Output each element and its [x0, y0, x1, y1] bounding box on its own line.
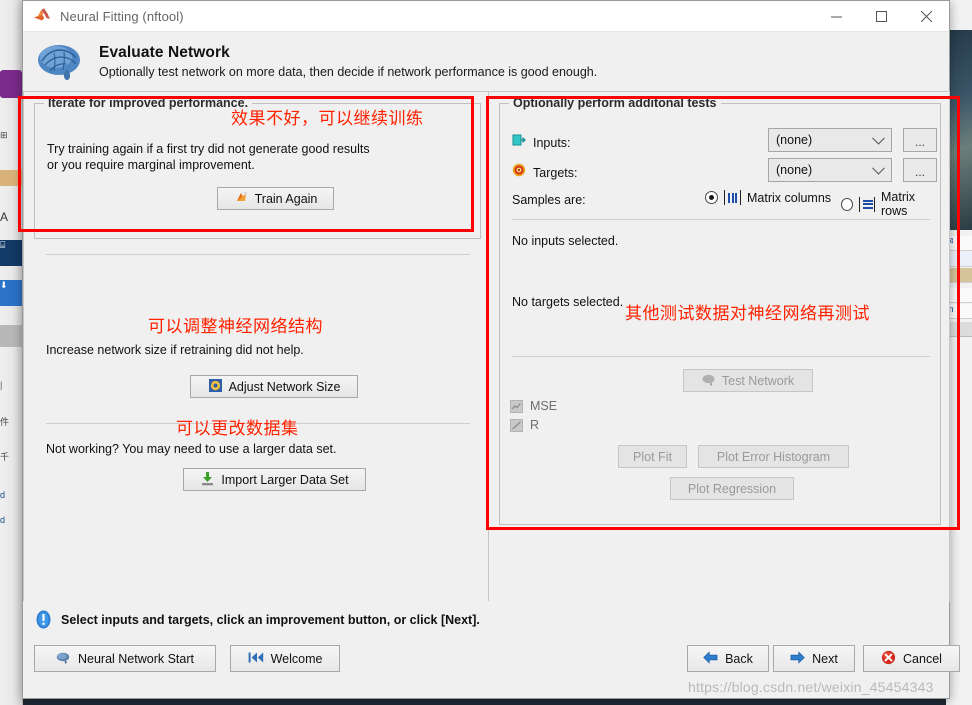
no-inputs-selected-text: No inputs selected.	[512, 234, 619, 248]
annotation-adjust-network: 可以调整神经网络结构	[148, 317, 323, 337]
footer-buttons: Neural Network Start Welcome Back Next C…	[23, 645, 960, 675]
test-network-label: Test Network	[721, 373, 795, 388]
r-icon	[510, 418, 523, 432]
next-button[interactable]: Next	[773, 645, 855, 672]
brain-icon	[34, 41, 87, 83]
matrix-columns-icon	[724, 190, 741, 205]
window-controls	[814, 1, 949, 32]
matrix-rows-icon	[859, 196, 875, 212]
network-size-icon	[208, 378, 223, 396]
additional-tests-legend: Optionally perform additonal tests	[509, 96, 721, 110]
targets-select-value: (none)	[776, 163, 813, 177]
brain-small-icon	[702, 373, 716, 389]
annotation-dataset: 可以更改数据集	[176, 419, 299, 439]
plot-regression-label: Plot Regression	[687, 481, 777, 496]
divider-1	[46, 254, 470, 255]
mse-label: MSE	[530, 399, 558, 413]
targets-browse-button[interactable]: ...	[903, 158, 937, 182]
left-panel: Iterate for improved performance. Try tr…	[23, 91, 490, 602]
cancel-label: Cancel	[903, 651, 942, 666]
train-again-label: Train Again	[254, 191, 318, 206]
r-row: R	[510, 418, 539, 432]
status-text: Select inputs and targets, click an impr…	[61, 612, 480, 627]
samples-matrix-columns-label: Matrix columns	[747, 190, 832, 205]
retrain-description-line1: Try training again if a first try did no…	[47, 142, 370, 156]
adjust-network-size-button[interactable]: Adjust Network Size	[190, 375, 358, 398]
cancel-icon	[881, 650, 896, 668]
plot-regression-button[interactable]: Plot Regression	[670, 477, 794, 500]
page-title: Evaluate Network	[99, 43, 230, 61]
radio-matrix-columns[interactable]	[705, 191, 718, 204]
import-icon	[200, 471, 215, 489]
retrain-icon	[234, 190, 249, 208]
import-larger-data-set-button[interactable]: Import Larger Data Set	[183, 468, 366, 491]
targets-label: Targets:	[533, 165, 578, 180]
next-label: Next	[812, 651, 838, 666]
plot-error-histogram-button[interactable]: Plot Error Histogram	[698, 445, 849, 468]
samples-matrix-rows-label: Matrix rows	[881, 190, 916, 218]
inputs-label: Inputs:	[533, 135, 571, 150]
mse-icon	[510, 399, 523, 413]
radio-matrix-rows[interactable]	[841, 197, 854, 211]
adjust-network-size-label: Adjust Network Size	[228, 379, 341, 394]
footer: Select inputs and targets, click an impr…	[23, 601, 960, 698]
inputs-icon	[512, 133, 527, 152]
samples-matrix-rows-radio[interactable]: Matrix rows	[841, 190, 940, 218]
larger-dataset-description: Not working? You may need to use a large…	[46, 442, 337, 456]
mse-row: MSE	[510, 399, 557, 413]
increase-size-description: Increase network size if retraining did …	[46, 343, 304, 357]
page-subtitle: Optionally test network on more data, th…	[99, 64, 598, 79]
chevron-down-icon	[872, 131, 885, 145]
iterate-group-legend: Iterate for improved performance.	[44, 96, 253, 110]
welcome-label: Welcome	[270, 651, 323, 666]
right-panel: Optionally perform additonal tests Input…	[488, 91, 950, 602]
maximize-button[interactable]	[859, 1, 904, 32]
main-content: Iterate for improved performance. Try tr…	[23, 90, 950, 603]
inputs-row: Inputs:	[512, 133, 571, 152]
neural-network-start-button[interactable]: Neural Network Start	[34, 645, 216, 672]
window-title: Neural Fitting (nftool)	[60, 8, 184, 24]
test-network-button[interactable]: Test Network	[683, 369, 813, 392]
r-label: R	[530, 418, 540, 432]
divider-4	[512, 356, 930, 357]
page-header: Evaluate Network Optionally test network…	[23, 32, 949, 90]
status-line: Select inputs and targets, click an impr…	[23, 601, 949, 629]
annotation-test-network: 其他测试数据对神经网络再测试	[625, 304, 870, 324]
inputs-browse-button[interactable]: ...	[903, 128, 937, 152]
inputs-select-value: (none)	[776, 133, 813, 147]
brain-small-icon	[56, 651, 71, 667]
plot-fit-button[interactable]: Plot Fit	[618, 445, 687, 468]
background-window-left-edge: ⊞ A ⌸ ⬇ | 件 千 d d	[0, 0, 23, 705]
targets-select[interactable]: (none)	[768, 158, 892, 182]
nftool-window: Neural Fitting (nftool) Evaluate Network…	[22, 0, 960, 699]
samples-matrix-columns-radio[interactable]: Matrix columns	[705, 190, 831, 205]
no-targets-selected-text: No targets selected.	[512, 295, 624, 309]
import-larger-data-set-label: Import Larger Data Set	[221, 472, 349, 487]
info-icon	[34, 610, 53, 629]
back-label: Back	[725, 651, 753, 666]
samples-are-label: Samples are:	[512, 193, 586, 207]
inputs-select[interactable]: (none)	[768, 128, 892, 152]
plot-fit-label: Plot Fit	[633, 449, 672, 464]
targets-row: Targets:	[512, 163, 577, 182]
minimize-button[interactable]	[814, 1, 859, 32]
skip-back-icon	[248, 651, 264, 667]
title-bar: Neural Fitting (nftool)	[23, 1, 949, 32]
arrow-left-icon	[703, 650, 718, 667]
retrain-description-line2: or you require marginal improvement.	[47, 158, 255, 172]
neural-network-start-label: Neural Network Start	[77, 651, 194, 666]
train-again-button[interactable]: Train Again	[217, 187, 334, 210]
annotation-train-again: 效果不好，可以继续训练	[231, 109, 424, 129]
targets-icon	[512, 163, 526, 182]
welcome-button[interactable]: Welcome	[230, 645, 340, 672]
plot-error-histogram-label: Plot Error Histogram	[716, 449, 831, 464]
close-button[interactable]	[904, 1, 949, 32]
arrow-right-icon	[790, 650, 805, 667]
chevron-down-icon	[872, 161, 885, 175]
back-button[interactable]: Back	[687, 645, 769, 672]
divider-3	[512, 219, 930, 220]
matlab-icon	[33, 7, 51, 25]
cancel-button[interactable]: Cancel	[863, 645, 960, 672]
